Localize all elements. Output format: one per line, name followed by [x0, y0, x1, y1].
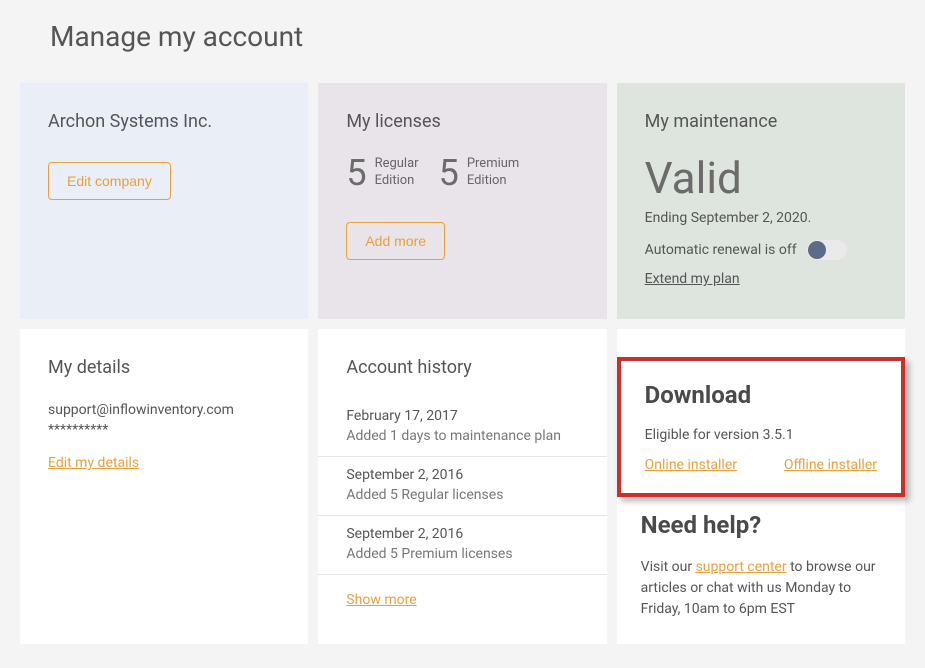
details-title: My details	[48, 357, 280, 378]
company-card: Archon Systems Inc. Edit company	[20, 83, 308, 319]
license-regular: 5 Regular Edition	[346, 152, 418, 194]
edit-details-link[interactable]: Edit my details	[48, 455, 139, 471]
history-desc: Added 5 Premium licenses	[346, 546, 578, 562]
details-password: **********	[48, 422, 280, 438]
right-column: Download Eligible for version 3.5.1 Onli…	[617, 329, 905, 644]
auto-renewal-toggle[interactable]	[807, 240, 847, 260]
history-date: September 2, 2016	[346, 467, 578, 483]
help-prefix: Visit our	[641, 559, 696, 575]
download-eligible: Eligible for version 3.5.1	[645, 427, 877, 443]
licenses-card: My licenses 5 Regular Edition 5 Premium …	[318, 83, 606, 319]
history-date: February 17, 2017	[346, 408, 578, 424]
add-more-button[interactable]: Add more	[346, 222, 445, 260]
edit-company-button[interactable]: Edit company	[48, 162, 171, 200]
license-premium: 5 Premium Edition	[439, 152, 520, 194]
extend-plan-link[interactable]: Extend my plan	[645, 271, 740, 287]
history-item: February 17, 2017 Added 1 days to mainte…	[318, 398, 606, 456]
licenses-title: My licenses	[346, 111, 578, 132]
history-item: September 2, 2016 Added 5 Regular licens…	[318, 456, 606, 515]
auto-renewal-label: Automatic renewal is off	[645, 242, 797, 258]
online-installer-link[interactable]: Online installer	[645, 457, 737, 473]
license-regular-count: 5	[346, 152, 366, 194]
download-card: Download Eligible for version 3.5.1 Onli…	[617, 357, 905, 497]
show-more-link[interactable]: Show more	[346, 592, 416, 608]
history-item: September 2, 2016 Added 5 Premium licens…	[318, 515, 606, 574]
maintenance-card: My maintenance Valid Ending September 2,…	[617, 83, 905, 319]
company-name: Archon Systems Inc.	[48, 111, 280, 132]
maintenance-ending: Ending September 2, 2020.	[645, 210, 877, 226]
history-title: Account history	[318, 357, 606, 378]
history-desc: Added 5 Regular licenses	[346, 487, 578, 503]
license-regular-label2: Edition	[375, 173, 415, 188]
help-card: Need help? Visit our support center to b…	[617, 511, 905, 644]
license-premium-count: 5	[439, 152, 459, 194]
license-premium-label1: Premium	[467, 156, 520, 171]
toggle-knob-icon	[808, 241, 826, 259]
download-title: Download	[645, 381, 877, 409]
page-title: Manage my account	[50, 20, 905, 53]
history-date: September 2, 2016	[346, 526, 578, 542]
support-center-link[interactable]: support center	[696, 559, 787, 575]
license-premium-label2: Edition	[467, 173, 507, 188]
offline-installer-link[interactable]: Offline installer	[784, 457, 877, 473]
details-card: My details support@inflowinventory.com *…	[20, 329, 308, 644]
history-card: Account history February 17, 2017 Added …	[318, 329, 606, 644]
details-email: support@inflowinventory.com	[48, 402, 280, 418]
maintenance-status: Valid	[645, 152, 877, 204]
help-text: Visit our support center to browse our a…	[641, 557, 881, 620]
maintenance-title: My maintenance	[645, 111, 877, 132]
help-title: Need help?	[641, 511, 881, 539]
license-regular-label1: Regular	[375, 156, 419, 171]
history-desc: Added 1 days to maintenance plan	[346, 428, 578, 444]
